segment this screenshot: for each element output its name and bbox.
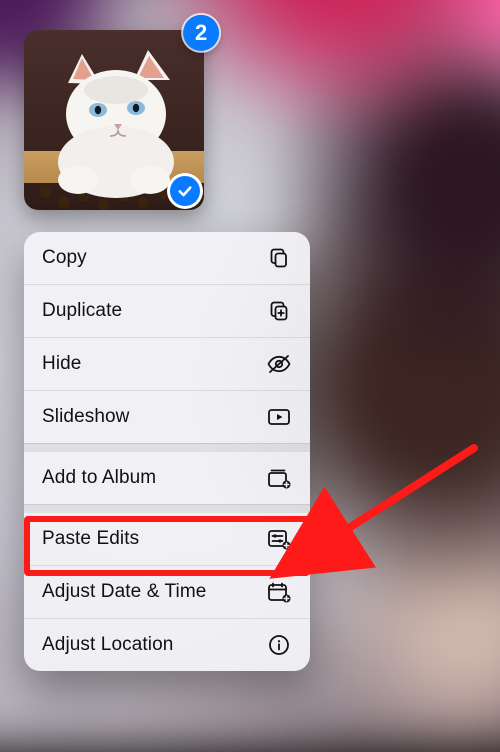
sliders-add-icon: [266, 526, 292, 552]
info-icon: [266, 632, 292, 658]
menu-item-label: Adjust Location: [42, 634, 173, 656]
menu-separator: [24, 504, 310, 513]
check-icon: [176, 182, 194, 200]
menu-item-duplicate[interactable]: Duplicate: [24, 284, 310, 337]
menu-item-label: Adjust Date & Time: [42, 581, 206, 603]
menu-item-label: Copy: [42, 247, 87, 269]
menu-item-slideshow[interactable]: Slideshow: [24, 390, 310, 443]
menu-item-add-to-album[interactable]: Add to Album: [24, 452, 310, 504]
copy-icon: [266, 245, 292, 271]
menu-item-label: Hide: [42, 353, 81, 375]
selection-count-badge: 2: [183, 15, 219, 51]
menu-item-label: Add to Album: [42, 467, 156, 489]
menu-item-label: Paste Edits: [42, 528, 139, 550]
menu-item-adjust-location[interactable]: Adjust Location: [24, 618, 310, 671]
selected-photo-thumbnail[interactable]: 2: [24, 30, 204, 210]
annotation-arrow: [312, 440, 482, 565]
menu-item-label: Duplicate: [42, 300, 122, 322]
calendar-add-icon: [266, 579, 292, 605]
menu-item-paste-edits[interactable]: Paste Edits: [24, 513, 310, 565]
menu-item-copy[interactable]: Copy: [24, 232, 310, 284]
duplicate-icon: [266, 298, 292, 324]
context-menu: Copy Duplicate Hide Sli: [24, 232, 310, 671]
play-rectangle-icon: [266, 404, 292, 430]
selection-check-badge: [170, 176, 200, 206]
menu-separator: [24, 443, 310, 452]
menu-item-label: Slideshow: [42, 406, 130, 428]
menu-item-adjust-date-time[interactable]: Adjust Date & Time: [24, 565, 310, 618]
eye-slash-icon: [266, 351, 292, 377]
menu-item-hide[interactable]: Hide: [24, 337, 310, 390]
album-add-icon: [266, 465, 292, 491]
